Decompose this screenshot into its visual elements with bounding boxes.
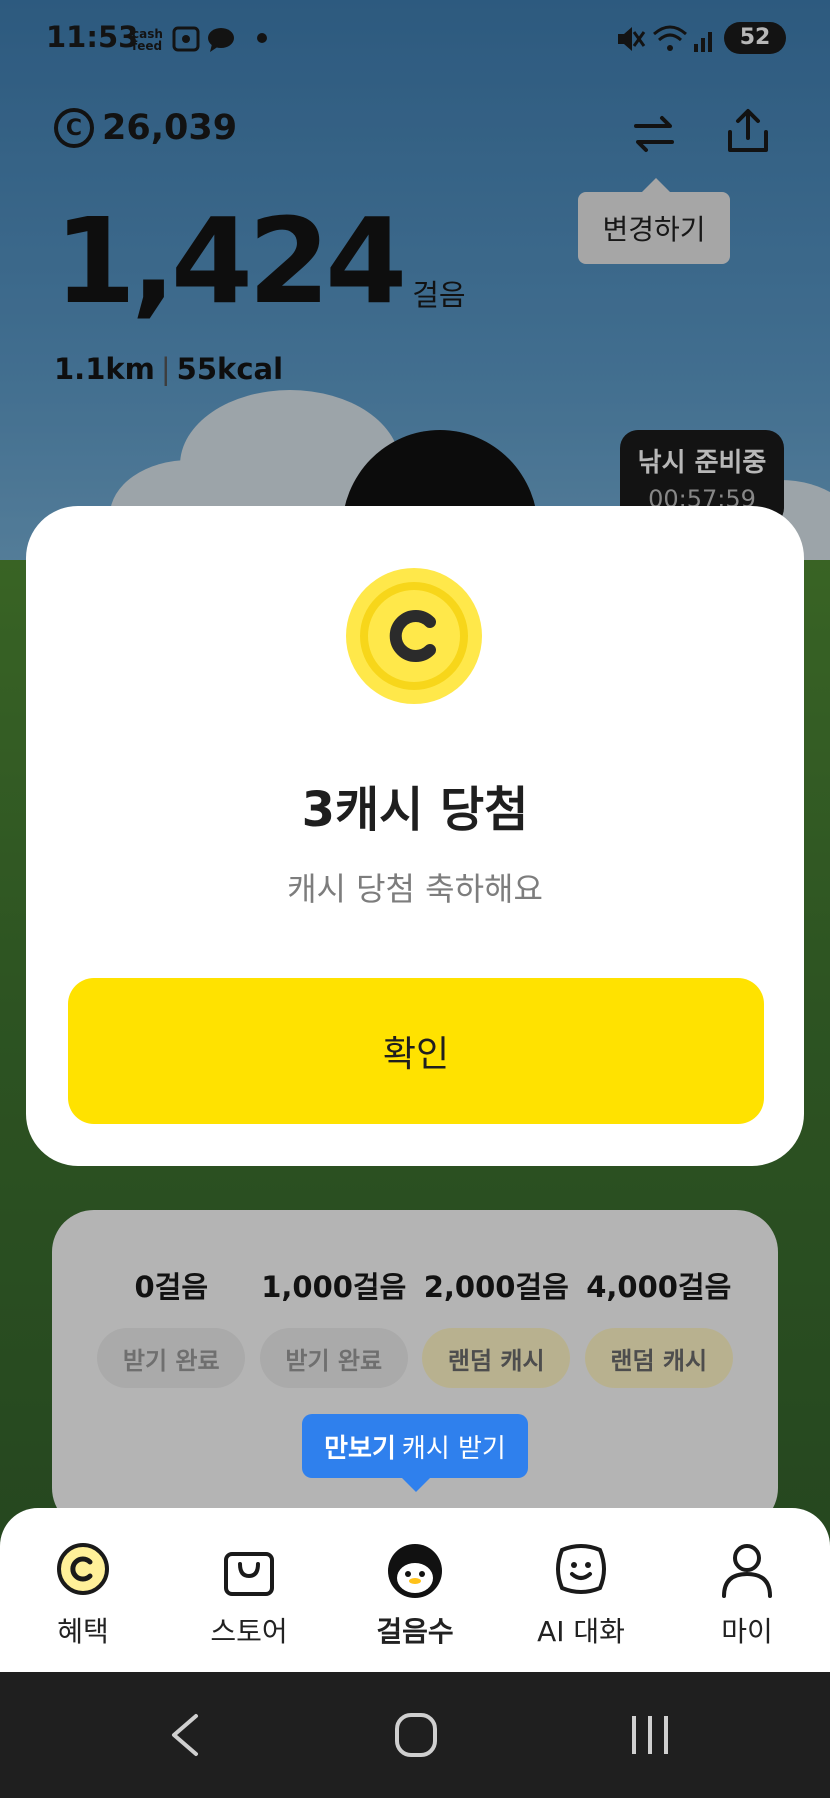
confirm-button[interactable]: 확인 [68, 978, 764, 1124]
penguin-icon [388, 1544, 442, 1598]
nav-item-ai-chat[interactable]: AI 대화 [511, 1538, 651, 1650]
smiley-chat-icon [556, 1544, 606, 1594]
home-icon[interactable] [394, 1712, 438, 1758]
cash-coin-icon [57, 1543, 109, 1595]
nav-item-store[interactable]: 스토어 [179, 1538, 319, 1650]
cash-won-modal: 3캐시 당첨 캐시 당첨 축하해요 확인 [26, 506, 804, 1166]
tooltip-text: 캐시 받기 [401, 1433, 506, 1464]
recent-apps-icon[interactable] [628, 1712, 672, 1758]
nav-label: AI 대화 [537, 1615, 625, 1648]
pedometer-cash-tooltip[interactable]: 만보기 캐시 받기 [302, 1414, 528, 1492]
nav-label: 마이 [721, 1615, 773, 1648]
nav-item-steps[interactable]: 걸음수 [345, 1538, 485, 1650]
shopping-bag-icon [224, 1552, 274, 1596]
system-navigation-bar [0, 1672, 830, 1798]
nav-label: 혜택 [57, 1615, 109, 1648]
modal-subtitle: 캐시 당첨 축하해요 [287, 870, 543, 908]
person-icon [722, 1544, 772, 1598]
nav-label: 걸음수 [376, 1615, 454, 1648]
nav-item-my[interactable]: 마이 [677, 1538, 817, 1650]
bottom-navigation: 혜택 스토어 걸음수 AI 대화 마이 [0, 1508, 830, 1674]
modal-title: 3캐시 당첨 [301, 782, 529, 838]
tooltip-bold: 만보기 [324, 1433, 396, 1464]
coin-icon [346, 568, 482, 704]
back-icon[interactable] [166, 1712, 206, 1758]
nav-item-benefits[interactable]: 혜택 [13, 1538, 153, 1650]
nav-label: 스토어 [210, 1615, 288, 1648]
